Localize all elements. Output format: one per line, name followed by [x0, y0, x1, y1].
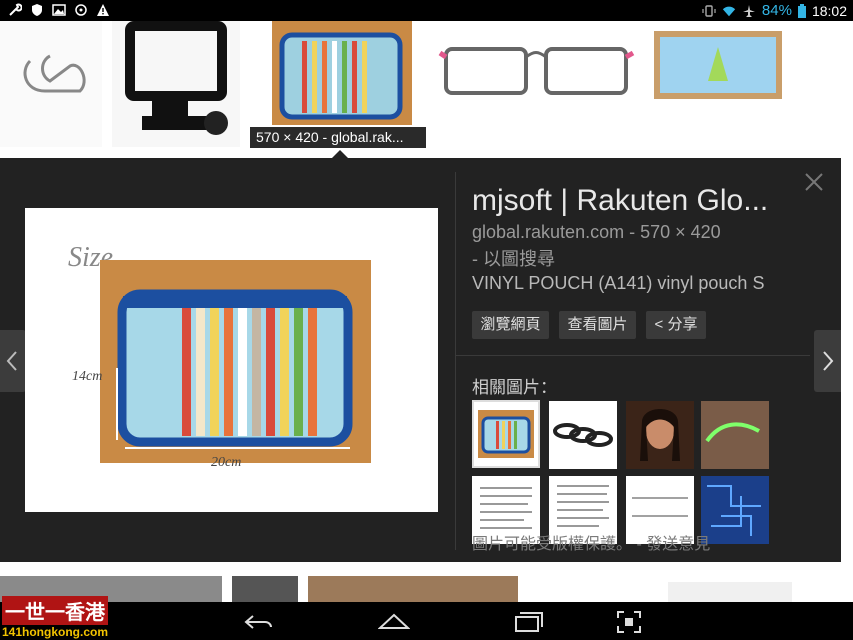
more-results-strip [0, 572, 853, 602]
height-annotation: 14cm [72, 369, 102, 384]
battery-percent: 84% [761, 2, 792, 19]
previous-image-button[interactable] [0, 330, 26, 392]
share-button[interactable]: < 分享 [646, 311, 706, 339]
search-by-image-link[interactable]: - 以圖搜尋 [472, 245, 555, 271]
wrench-icon [9, 3, 22, 16]
back-icon[interactable] [243, 612, 273, 632]
result-thumb-bottom-4[interactable] [668, 582, 792, 602]
related-images-heading: 相關圖片： [472, 378, 557, 397]
recent-apps-icon[interactable] [514, 611, 544, 633]
light-panel-image [654, 31, 782, 99]
wire-clip-image [23, 54, 86, 93]
home-icon[interactable] [378, 612, 410, 630]
result-thumb-glasses[interactable] [436, 21, 636, 147]
result-title[interactable]: mjsoft | Rakuten Glo... [472, 184, 768, 218]
related-rings-image [553, 423, 613, 447]
status-right: 84% 18:02 [702, 2, 847, 19]
related-image-rings[interactable] [549, 401, 617, 469]
image-results-strip [0, 21, 853, 157]
system-navigation-bar [0, 602, 853, 640]
warning-icon [97, 4, 109, 16]
airplane-icon [742, 4, 755, 17]
related-portrait-image [626, 401, 694, 469]
wifi-icon [722, 6, 736, 16]
panel-divider-horizontal [456, 355, 810, 356]
related-light-ring-image [701, 401, 769, 469]
watermark-url: 141hongkong.com [2, 625, 109, 639]
vinyl-pouch-preview-image: Size 14cm 20cm [25, 208, 438, 512]
sync-icon [75, 4, 87, 16]
image-icon [52, 4, 66, 16]
next-image-button[interactable] [814, 330, 841, 392]
result-thumb-bottom-3[interactable] [308, 576, 518, 602]
related-image-light-ring[interactable] [701, 401, 769, 469]
close-icon[interactable] [804, 172, 824, 192]
result-description: VINYL POUCH (A141) vinyl pouch S [472, 273, 765, 293]
copyright-notice[interactable]: 圖片可能受版權保護。 - 發送意見 [472, 530, 710, 554]
related-circuit-image [701, 476, 769, 544]
clock: 18:02 [811, 2, 847, 19]
width-annotation: 20cm [211, 455, 241, 470]
watermark-brand: 一世一香港 [2, 596, 108, 625]
related-image-portrait[interactable] [626, 401, 694, 469]
result-thumb-camera-frame[interactable] [112, 21, 240, 147]
shield-icon [32, 4, 42, 16]
browse-page-button[interactable]: 瀏覽網頁 [472, 311, 549, 339]
site-watermark: 一世一香港 141hongkong.com [2, 596, 124, 639]
selected-image-caption: 570 × 420 - global.rak... [250, 127, 426, 148]
related-pouch-image [478, 410, 534, 458]
status-bar: 84% 18:02 [0, 0, 853, 21]
view-image-button[interactable]: 查看圖片 [559, 311, 636, 339]
camera-frame-image [125, 21, 228, 135]
result-thumb-light-panel[interactable] [646, 21, 790, 147]
notification-icons [8, 3, 110, 17]
result-thumb-wire-clip[interactable] [0, 21, 102, 147]
chevron-left-icon [6, 351, 17, 371]
glasses-image [438, 47, 635, 95]
related-image-pouch[interactable] [472, 400, 540, 468]
screenshot-icon[interactable] [616, 610, 642, 634]
image-preview[interactable]: Size 14cm 20cm [25, 208, 438, 512]
related-image-circuit[interactable] [701, 476, 769, 544]
battery-icon [797, 3, 806, 18]
result-thumb-bottom-2[interactable] [232, 576, 298, 602]
vibrate-icon [702, 4, 716, 17]
panel-divider-vertical [455, 172, 456, 550]
result-site-and-size: global.rakuten.com - 570 × 420 [472, 222, 721, 242]
chevron-right-icon [823, 351, 834, 371]
